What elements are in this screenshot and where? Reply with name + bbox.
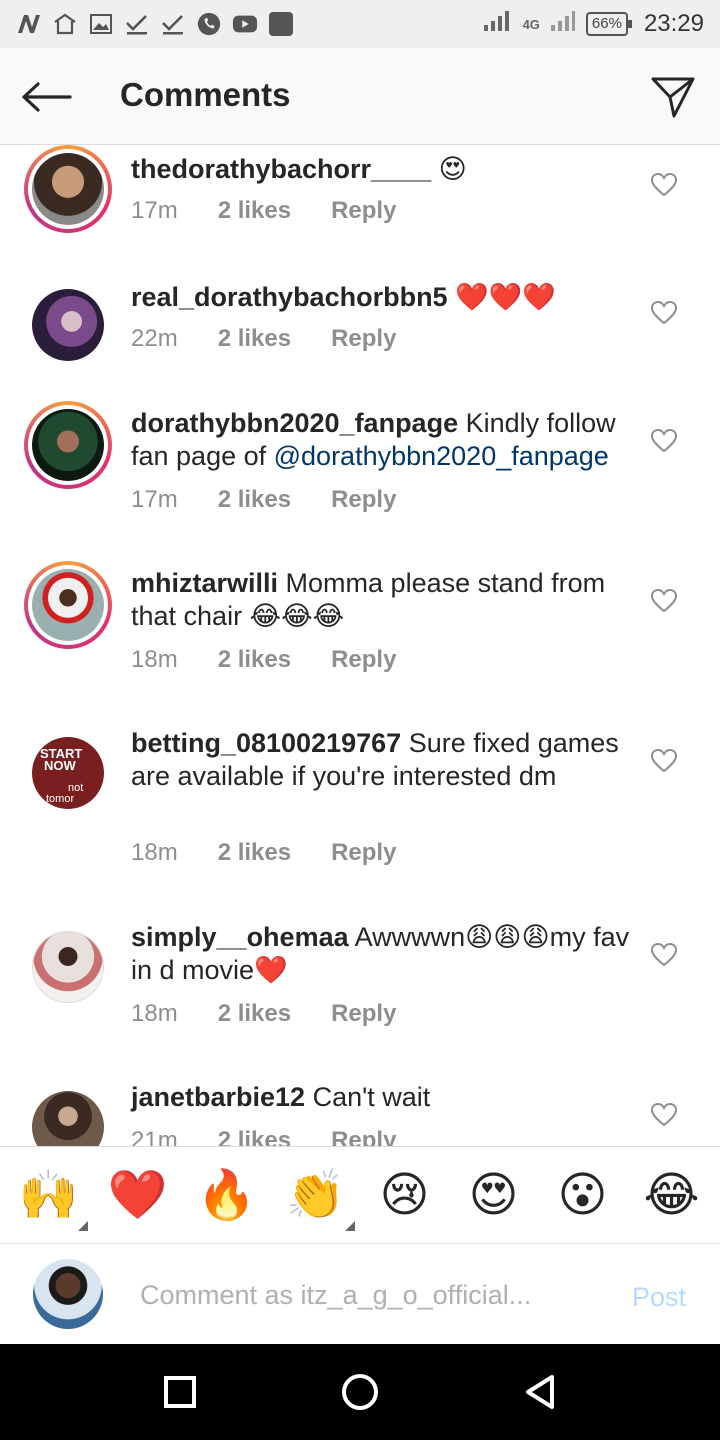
- comment-time: 17m: [131, 486, 178, 513]
- avatar-text: NOW: [44, 758, 76, 773]
- skin-tone-indicator: [344, 1221, 355, 1231]
- back-nav-button[interactable]: [510, 1362, 570, 1422]
- skin-tone-indicator: [77, 1221, 88, 1231]
- heart-icon[interactable]: [650, 941, 678, 969]
- reply-button[interactable]: Reply: [331, 839, 396, 867]
- comment-composer: Post: [0, 1244, 720, 1344]
- comment-time: 22m: [131, 325, 178, 352]
- whatsapp-icon: [196, 11, 222, 37]
- circle-icon: [342, 1374, 378, 1410]
- avatar[interactable]: [24, 145, 112, 233]
- emoji-laughing[interactable]: 😂: [637, 1171, 707, 1219]
- comment-likes[interactable]: 2 likes: [218, 839, 291, 867]
- status-bar: 4G 66% 23:29: [0, 0, 720, 48]
- emoji-surprised[interactable]: 😮: [548, 1171, 618, 1219]
- comment-likes[interactable]: 2 likes: [218, 325, 291, 353]
- comment-time: 17m: [131, 197, 178, 224]
- reply-button[interactable]: Reply: [331, 646, 396, 674]
- home-icon: [52, 11, 78, 37]
- app-bar: Comments: [0, 48, 720, 145]
- share-button[interactable]: [648, 72, 698, 122]
- avatar[interactable]: [24, 561, 112, 649]
- comment-text: ❤️❤️❤️: [455, 282, 556, 312]
- network-type-label: 4G: [522, 16, 540, 32]
- comment-username[interactable]: real_dorathybachorbbn5: [131, 282, 448, 312]
- check-icon: [160, 11, 186, 37]
- comment-time: 18m: [131, 839, 178, 866]
- triangle-back-icon: [526, 1375, 554, 1409]
- heart-icon[interactable]: [650, 1101, 678, 1129]
- emoji-clapping-hands[interactable]: 👏: [281, 1171, 355, 1231]
- comment-time: 21m: [131, 1127, 178, 1146]
- n-icon: [16, 11, 42, 37]
- comment-text: Can't wait: [312, 1082, 431, 1112]
- comment-username[interactable]: janetbarbie12: [131, 1082, 305, 1112]
- comment-likes[interactable]: 2 likes: [218, 646, 291, 674]
- comment-likes[interactable]: 2 likes: [218, 1000, 291, 1028]
- stop-icon: [268, 11, 294, 37]
- emoji-glyph: 🙌: [18, 1167, 79, 1223]
- reply-button[interactable]: Reply: [331, 1000, 396, 1028]
- comment-likes[interactable]: 2 likes: [218, 486, 291, 514]
- emoji-reaction-bar: 🙌 ❤️ 🔥 👏 😢 😍 😮 😂: [0, 1146, 720, 1244]
- comment-input[interactable]: [140, 1272, 600, 1318]
- comment-time: 18m: [131, 1000, 178, 1027]
- youtube-icon: [232, 11, 258, 37]
- comment-text: 😍: [438, 154, 467, 184]
- emoji-glyph: 👏: [285, 1167, 346, 1223]
- post-button[interactable]: Post: [632, 1282, 686, 1313]
- comment-username[interactable]: mhiztarwilli: [131, 568, 278, 598]
- comment-likes[interactable]: 2 likes: [218, 1127, 291, 1146]
- back-button[interactable]: [20, 70, 74, 124]
- system-navigation-bar: [0, 1344, 720, 1440]
- home-button[interactable]: [330, 1362, 390, 1422]
- notification-icons: [16, 11, 294, 37]
- emoji-heart[interactable]: ❤️: [103, 1171, 173, 1219]
- comment-mention[interactable]: @dorathybbn2020_fanpage: [274, 441, 609, 471]
- signal-icon: [550, 10, 576, 39]
- emoji-fire[interactable]: 🔥: [192, 1171, 262, 1219]
- reply-button[interactable]: Reply: [331, 1127, 396, 1146]
- avatar-text: tomor: [46, 793, 75, 805]
- heart-icon[interactable]: [650, 747, 678, 775]
- system-indicators: 4G 66% 23:29: [483, 10, 704, 39]
- comment-likes[interactable]: 2 likes: [218, 197, 291, 225]
- emoji-raising-hands[interactable]: 🙌: [14, 1171, 88, 1231]
- comment-list[interactable]: thedorathybachorr____ 😍 17m 2 likes Repl…: [0, 145, 720, 1146]
- comment-username[interactable]: simply__ohemaa: [131, 922, 349, 952]
- heart-icon[interactable]: [650, 299, 678, 327]
- emoji-crying-face[interactable]: 😢: [370, 1171, 440, 1219]
- square-icon: [164, 1376, 196, 1408]
- avatar[interactable]: [24, 1083, 112, 1146]
- page-title: Comments: [120, 76, 291, 113]
- signal-icon: [483, 10, 513, 39]
- emoji-heart-eyes[interactable]: 😍: [459, 1171, 529, 1219]
- comment-username[interactable]: betting_08100219767: [131, 728, 401, 758]
- avatar[interactable]: [24, 281, 112, 369]
- heart-icon[interactable]: [650, 171, 678, 199]
- comment-username[interactable]: thedorathybachorr____: [131, 154, 431, 184]
- recent-apps-button[interactable]: [150, 1362, 210, 1422]
- reply-button[interactable]: Reply: [331, 486, 396, 514]
- comment-username[interactable]: dorathybbn2020_fanpage: [131, 408, 458, 438]
- reply-button[interactable]: Reply: [331, 325, 396, 353]
- avatar[interactable]: START NOW not tomor: [24, 729, 112, 817]
- arrow-left-icon: [22, 82, 72, 112]
- comment-time: 18m: [131, 646, 178, 673]
- image-icon: [88, 11, 114, 37]
- paper-plane-icon: [651, 77, 695, 118]
- avatar[interactable]: [24, 923, 112, 1011]
- heart-icon[interactable]: [650, 587, 678, 615]
- avatar[interactable]: [24, 401, 112, 489]
- reply-button[interactable]: Reply: [331, 197, 396, 225]
- current-user-avatar: [33, 1259, 103, 1329]
- battery-indicator: 66%: [585, 12, 632, 36]
- heart-icon[interactable]: [650, 427, 678, 455]
- check-icon: [124, 11, 150, 37]
- clock: 23:29: [643, 10, 704, 37]
